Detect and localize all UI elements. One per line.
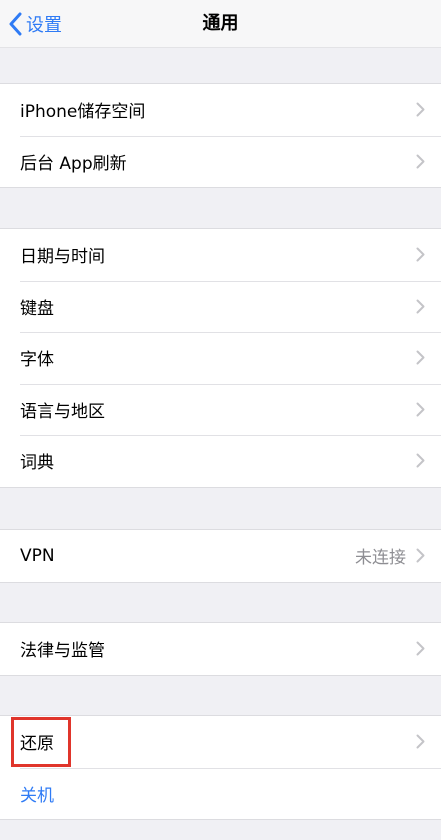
chevron-right-icon bbox=[416, 350, 425, 365]
vpn-group: VPN 未连接 bbox=[0, 529, 441, 583]
shut-down-label: 关机 bbox=[20, 785, 54, 806]
navigation-bar: 设置 通用 bbox=[0, 0, 441, 48]
chevron-right-icon bbox=[416, 641, 425, 656]
row-label: VPN bbox=[20, 545, 55, 566]
row-label: 语言与地区 bbox=[20, 401, 105, 422]
chevron-right-icon bbox=[416, 102, 425, 117]
page-title: 通用 bbox=[202, 13, 239, 34]
row-label: 词典 bbox=[20, 453, 54, 474]
row-dictionary[interactable]: 词典 bbox=[0, 435, 441, 487]
chevron-right-icon bbox=[416, 548, 425, 563]
row-iphone-storage[interactable]: iPhone储存空间 bbox=[0, 84, 441, 136]
row-legal-regulatory[interactable]: 法律与监管 bbox=[0, 623, 441, 675]
chevron-right-icon bbox=[416, 453, 425, 468]
row-background-app-refresh[interactable]: 后台 App刷新 bbox=[0, 135, 441, 188]
chevron-right-icon bbox=[416, 402, 425, 417]
reset-group: 还原 关机 bbox=[0, 715, 441, 820]
row-label: 日期与时间 bbox=[20, 247, 105, 268]
row-keyboard[interactable]: 键盘 bbox=[0, 280, 441, 333]
row-fonts[interactable]: 字体 bbox=[0, 332, 441, 384]
row-language-region[interactable]: 语言与地区 bbox=[0, 383, 441, 436]
row-label: 法律与监管 bbox=[20, 641, 105, 662]
legal-group: 法律与监管 bbox=[0, 622, 441, 676]
row-label: iPhone储存空间 bbox=[20, 102, 146, 123]
row-vpn[interactable]: VPN 未连接 bbox=[0, 530, 441, 582]
row-reset[interactable]: 还原 bbox=[0, 716, 441, 768]
storage-group: iPhone储存空间 后台 App刷新 bbox=[0, 83, 441, 188]
row-label: 键盘 bbox=[20, 298, 54, 319]
row-label: 后台 App刷新 bbox=[20, 153, 127, 174]
row-label: 字体 bbox=[20, 350, 54, 371]
vpn-status: 未连接 bbox=[355, 548, 406, 569]
row-shut-down[interactable]: 关机 bbox=[0, 767, 441, 820]
chevron-right-icon bbox=[416, 247, 425, 262]
row-label: 还原 bbox=[20, 734, 54, 755]
locale-group: 日期与时间 键盘 字体 语言与地区 词典 bbox=[0, 228, 441, 488]
chevron-right-icon bbox=[416, 299, 425, 314]
chevron-right-icon bbox=[416, 734, 425, 749]
chevron-right-icon bbox=[416, 154, 425, 169]
row-date-time[interactable]: 日期与时间 bbox=[0, 229, 441, 281]
